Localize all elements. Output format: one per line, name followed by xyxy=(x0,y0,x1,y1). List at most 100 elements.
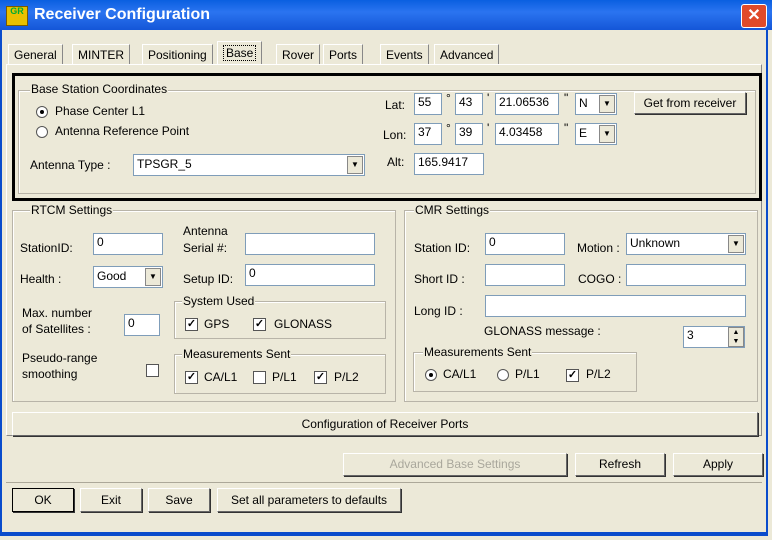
rtcm-station-id-label: StationID: xyxy=(20,241,73,255)
glonass-message-label: GLONASS message : xyxy=(484,324,601,338)
lat-sec-input[interactable]: 21.06536 xyxy=(495,93,559,115)
motion-select[interactable]: Unknown ▼ xyxy=(626,233,746,255)
cmr-p-l2-checkbox[interactable]: ✓ xyxy=(566,369,579,382)
save-button[interactable]: Save xyxy=(148,488,210,512)
antenna-ref-label: Antenna Reference Point xyxy=(55,124,190,138)
pseudo-range-label-1: Pseudo-range xyxy=(22,351,98,365)
config-receiver-ports-button[interactable]: Configuration of Receiver Ports xyxy=(12,412,758,436)
alt-input[interactable]: 165.9417 xyxy=(414,153,484,175)
tab-positioning[interactable]: Positioning xyxy=(142,44,213,65)
glonass-message-value: 3 xyxy=(687,328,694,342)
phase-center-radio[interactable] xyxy=(36,106,48,118)
setup-id-label: Setup ID: xyxy=(183,272,234,286)
lon-deg-input[interactable]: 37 xyxy=(414,123,442,145)
chevron-down-icon: ▼ xyxy=(599,95,615,113)
lat-sec-symbol: " xyxy=(564,91,569,105)
chevron-down-icon: ▼ xyxy=(599,125,615,143)
get-from-receiver-button[interactable]: Get from receiver xyxy=(634,92,746,114)
rtcm-p-l1-checkbox[interactable] xyxy=(253,371,266,384)
tab-rover[interactable]: Rover xyxy=(276,44,321,65)
alt-label: Alt: xyxy=(387,155,405,169)
max-satellites-label-2: of Satellites : xyxy=(22,322,91,336)
gps-label: GPS xyxy=(204,317,230,331)
base-station-legend: Base Station Coordinates xyxy=(30,82,169,96)
spin-up-icon: ▲ xyxy=(732,329,740,336)
lon-dir-select[interactable]: E ▼ xyxy=(575,123,617,145)
antenna-type-value: TPSGR_5 xyxy=(137,157,192,171)
ok-button[interactable]: OK xyxy=(12,488,74,512)
chevron-down-icon: ▼ xyxy=(347,156,363,174)
cmr-p-l1-radio[interactable] xyxy=(497,369,509,381)
lon-sec-symbol: " xyxy=(564,121,569,135)
short-id-input[interactable] xyxy=(485,264,565,286)
health-value: Good xyxy=(97,269,127,283)
set-defaults-button[interactable]: Set all parameters to defaults xyxy=(217,488,401,512)
antenna-type-label: Antenna Type : xyxy=(30,158,111,172)
rtcm-ca-l1-checkbox[interactable]: ✓ xyxy=(185,371,198,384)
close-button[interactable]: ✕ xyxy=(741,4,767,28)
tab-events[interactable]: Events xyxy=(380,44,429,65)
cmr-measurements-legend: Measurements Sent xyxy=(423,345,533,359)
divider xyxy=(6,482,762,483)
short-id-label: Short ID : xyxy=(414,272,465,286)
glonass-message-spinner[interactable]: 3 ▲ ▼ xyxy=(683,326,745,348)
antenna-ref-radio[interactable] xyxy=(36,126,48,138)
cmr-p-l2-label: P/L2 xyxy=(586,367,611,381)
spin-down-icon: ▼ xyxy=(732,338,740,345)
lat-deg-symbol: ° xyxy=(446,91,451,105)
lon-label: Lon: xyxy=(383,128,407,142)
lon-min-input[interactable]: 39 xyxy=(455,123,483,145)
refresh-button[interactable]: Refresh xyxy=(575,453,665,476)
antenna-label-1: Antenna xyxy=(183,224,228,238)
long-id-input[interactable] xyxy=(485,295,746,317)
antenna-serial-input[interactable] xyxy=(245,233,375,255)
lon-dir-value: E xyxy=(579,126,588,140)
health-label: Health : xyxy=(20,272,62,286)
app-icon: GR xyxy=(6,6,28,26)
tab-ports[interactable]: Ports xyxy=(323,44,364,65)
chevron-down-icon: ▼ xyxy=(728,235,744,253)
tab-advanced[interactable]: Advanced xyxy=(434,44,500,65)
rtcm-measurements-legend: Measurements Sent xyxy=(182,347,292,361)
antenna-label-2: Serial #: xyxy=(183,241,228,255)
advanced-base-settings-button[interactable]: Advanced Base Settings xyxy=(343,453,567,476)
rtcm-legend: RTCM Settings xyxy=(30,203,114,217)
cmr-station-id-input[interactable]: 0 xyxy=(485,233,565,255)
long-id-label: Long ID : xyxy=(414,304,463,318)
cmr-station-id-label: Station ID: xyxy=(414,241,471,255)
tab-base-label: Base xyxy=(223,45,257,61)
cogo-label: COGO : xyxy=(578,272,622,286)
glonass-label: GLONASS xyxy=(274,317,333,331)
lat-deg-input[interactable]: 55 xyxy=(414,93,442,115)
rtcm-station-id-input[interactable]: 0 xyxy=(93,233,163,255)
apply-button[interactable]: Apply xyxy=(673,453,763,476)
rtcm-p-l2-checkbox[interactable]: ✓ xyxy=(314,371,327,384)
gps-checkbox[interactable]: ✓ xyxy=(185,318,198,331)
phase-center-label: Phase Center L1 xyxy=(55,104,146,118)
tab-base[interactable]: Base xyxy=(217,41,263,65)
tab-minter[interactable]: MINTER xyxy=(72,44,130,65)
antenna-type-select[interactable]: TPSGR_5 ▼ xyxy=(133,154,365,176)
setup-id-input[interactable]: 0 xyxy=(245,264,375,286)
lon-deg-symbol: ° xyxy=(446,121,451,135)
tab-general[interactable]: General xyxy=(8,44,63,65)
cmr-p-l1-label: P/L1 xyxy=(515,367,540,381)
max-satellites-label-1: Max. number xyxy=(22,306,93,320)
cmr-ca-l1-radio[interactable] xyxy=(425,369,437,381)
lat-min-symbol: ' xyxy=(487,91,490,105)
lat-dir-value: N xyxy=(579,96,588,110)
motion-label: Motion : xyxy=(577,241,620,255)
spinner-arrows-icon[interactable]: ▲ ▼ xyxy=(728,327,744,347)
lat-min-input[interactable]: 43 xyxy=(455,93,483,115)
cogo-input[interactable] xyxy=(626,264,746,286)
glonass-checkbox[interactable]: ✓ xyxy=(253,318,266,331)
max-satellites-input[interactable]: 0 xyxy=(124,314,160,336)
rtcm-p-l1-label: P/L1 xyxy=(272,370,297,384)
health-select[interactable]: Good ▼ xyxy=(93,266,163,288)
lon-sec-input[interactable]: 4.03458 xyxy=(495,123,559,145)
exit-button[interactable]: Exit xyxy=(80,488,142,512)
cmr-ca-l1-label: CA/L1 xyxy=(443,367,477,381)
pseudo-range-checkbox[interactable] xyxy=(146,364,159,377)
lat-dir-select[interactable]: N ▼ xyxy=(575,93,617,115)
system-used-legend: System Used xyxy=(182,294,256,308)
